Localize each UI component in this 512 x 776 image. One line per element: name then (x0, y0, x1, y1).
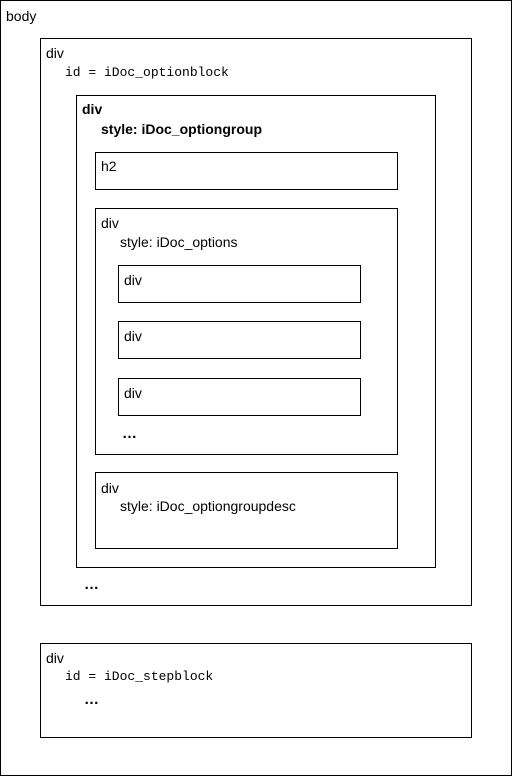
h2-tag: h2 (101, 158, 117, 174)
option-div-1 (118, 265, 361, 303)
optiongroupdesc-style: style: iDoc_optiongroupdesc (120, 498, 296, 514)
option-div-1-tag: div (124, 272, 142, 288)
stepblock-id: id = iDoc_stepblock (65, 669, 214, 684)
option-div-3-tag: div (124, 385, 142, 401)
option-div-3 (118, 378, 361, 416)
stepblock-tag: div (46, 650, 64, 666)
h2-box (95, 152, 398, 190)
optionblock-more-ellipsis: … (84, 576, 100, 593)
options-tag: div (101, 215, 119, 231)
optionblock-tag: div (46, 45, 64, 61)
optionblock-id: id = iDoc_optionblock (65, 65, 229, 80)
options-style: style: iDoc_options (120, 234, 238, 250)
optiongroup-tag: div (82, 101, 103, 117)
stepblock-box (40, 643, 472, 738)
option-div-2 (118, 321, 361, 359)
options-more-ellipsis: … (122, 425, 138, 442)
optiongroupdesc-tag: div (101, 480, 119, 496)
optiongroup-style: style: iDoc_optiongroup (101, 121, 262, 137)
dom-structure-diagram: body div id = iDoc_optionblock div style… (0, 0, 512, 776)
stepblock-more-ellipsis: … (84, 691, 100, 708)
option-div-2-tag: div (124, 328, 142, 344)
body-label: body (6, 8, 37, 24)
